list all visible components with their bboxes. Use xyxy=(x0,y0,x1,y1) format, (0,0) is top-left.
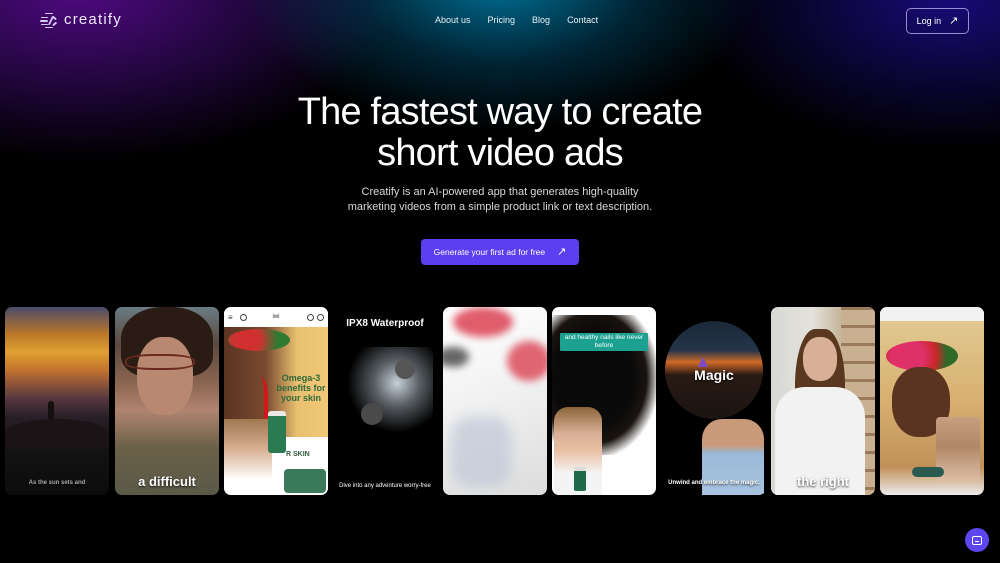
arrow-up-right-icon: ↗ xyxy=(557,245,567,258)
nav-link-blog[interactable]: Blog xyxy=(532,15,550,25)
cta-label: Generate your first ad for free xyxy=(433,247,546,257)
video-card[interactable] xyxy=(443,307,547,495)
video-card[interactable]: ≡ iwi Omega-3 benefits for your skin R S… xyxy=(224,307,328,495)
hero-subtitle-line-2: marketing videos from a simple product l… xyxy=(347,201,653,213)
video-examples-carousel[interactable]: As the sun sets and a difficult ≡ iwi Om… xyxy=(0,307,1000,495)
video-card[interactable]: the right xyxy=(771,307,875,495)
browser-bar xyxy=(880,307,984,321)
account-icon xyxy=(307,313,314,321)
main-menu: About us Pricing Blog Contact xyxy=(435,15,598,25)
video-card[interactable] xyxy=(880,307,984,495)
earbud-1 xyxy=(395,359,415,379)
product-bottle xyxy=(574,467,586,491)
hero-headline-line-2: short video ads xyxy=(377,132,624,174)
video-card[interactable]: As the sun sets and xyxy=(5,307,109,495)
generate-first-ad-button[interactable]: Generate your first ad for free ↗ xyxy=(420,239,580,265)
video-caption: Dive into any adventure worry-free xyxy=(339,483,431,489)
video-caption: a difficult xyxy=(138,474,196,489)
face-shape xyxy=(803,337,837,381)
hand-blur xyxy=(451,417,511,487)
leaf-image xyxy=(284,469,326,493)
hero-headline-line-1: The fastest way to create xyxy=(297,91,703,133)
learn-more-button xyxy=(912,467,944,477)
overlay-text: Omega-3 benefits for your skin xyxy=(276,373,326,403)
brand-name: creatify xyxy=(64,11,122,28)
water-splash xyxy=(343,347,433,437)
red-blur-2 xyxy=(507,341,547,381)
earbud-2 xyxy=(361,403,383,425)
red-arrow xyxy=(250,377,268,425)
nav-link-contact[interactable]: Contact xyxy=(567,15,598,25)
card-title: IPX8 Waterproof xyxy=(346,318,424,329)
video-card[interactable]: Magic Unwind and embrace the magic. xyxy=(662,307,766,495)
overlay-text: and healthy nails like never before xyxy=(560,333,648,351)
top-navigation: creatify About us Pricing Blog Contact L… xyxy=(0,0,1000,42)
video-card[interactable]: a difficult xyxy=(115,307,219,495)
video-caption: As the sun sets and xyxy=(28,480,86,486)
red-blur-1 xyxy=(453,307,513,337)
brand-logo[interactable]: creatify xyxy=(40,11,122,28)
video-caption: Unwind and embrace the magic. xyxy=(668,480,760,486)
cart-icon xyxy=(317,313,324,321)
presenter-image xyxy=(224,419,272,495)
creatify-logo-icon xyxy=(40,12,58,28)
login-button[interactable]: Log in ↗ xyxy=(906,8,969,34)
wizard-hat-icon xyxy=(698,357,708,367)
menu-icon: ≡ xyxy=(228,312,233,322)
browser-header: ≡ iwi xyxy=(224,307,328,327)
video-card[interactable]: and healthy nails like never before xyxy=(552,307,656,495)
chat-icon xyxy=(972,535,982,545)
chat-widget-button[interactable] xyxy=(965,528,989,552)
face-shape xyxy=(137,337,193,415)
search-icon xyxy=(240,313,247,321)
video-caption: the right xyxy=(797,474,849,489)
arrow-up-right-icon: ↗ xyxy=(949,14,959,27)
product-bottle xyxy=(268,411,286,453)
glasses-shape xyxy=(125,354,195,370)
lower-text: R SKIN xyxy=(286,451,310,458)
video-card[interactable]: IPX8 Waterproof Dive into any adventure … xyxy=(333,307,437,495)
login-label: Log in xyxy=(916,16,942,26)
hero-subtitle: Creatify is an AI-powered app that gener… xyxy=(0,185,1000,215)
hero-headline: The fastest way to create short video ad… xyxy=(0,92,1000,174)
hero-subtitle-line-1: Creatify is an AI-powered app that gener… xyxy=(361,186,639,198)
hills xyxy=(5,419,109,449)
hero-section: The fastest way to create short video ad… xyxy=(0,92,1000,265)
nav-link-pricing[interactable]: Pricing xyxy=(488,15,516,25)
flower-crown xyxy=(228,329,290,351)
nav-link-about-us[interactable]: About us xyxy=(435,15,471,25)
card-title: Magic xyxy=(694,367,734,383)
site-name: iwi xyxy=(272,314,280,320)
dark-blur xyxy=(443,347,469,367)
